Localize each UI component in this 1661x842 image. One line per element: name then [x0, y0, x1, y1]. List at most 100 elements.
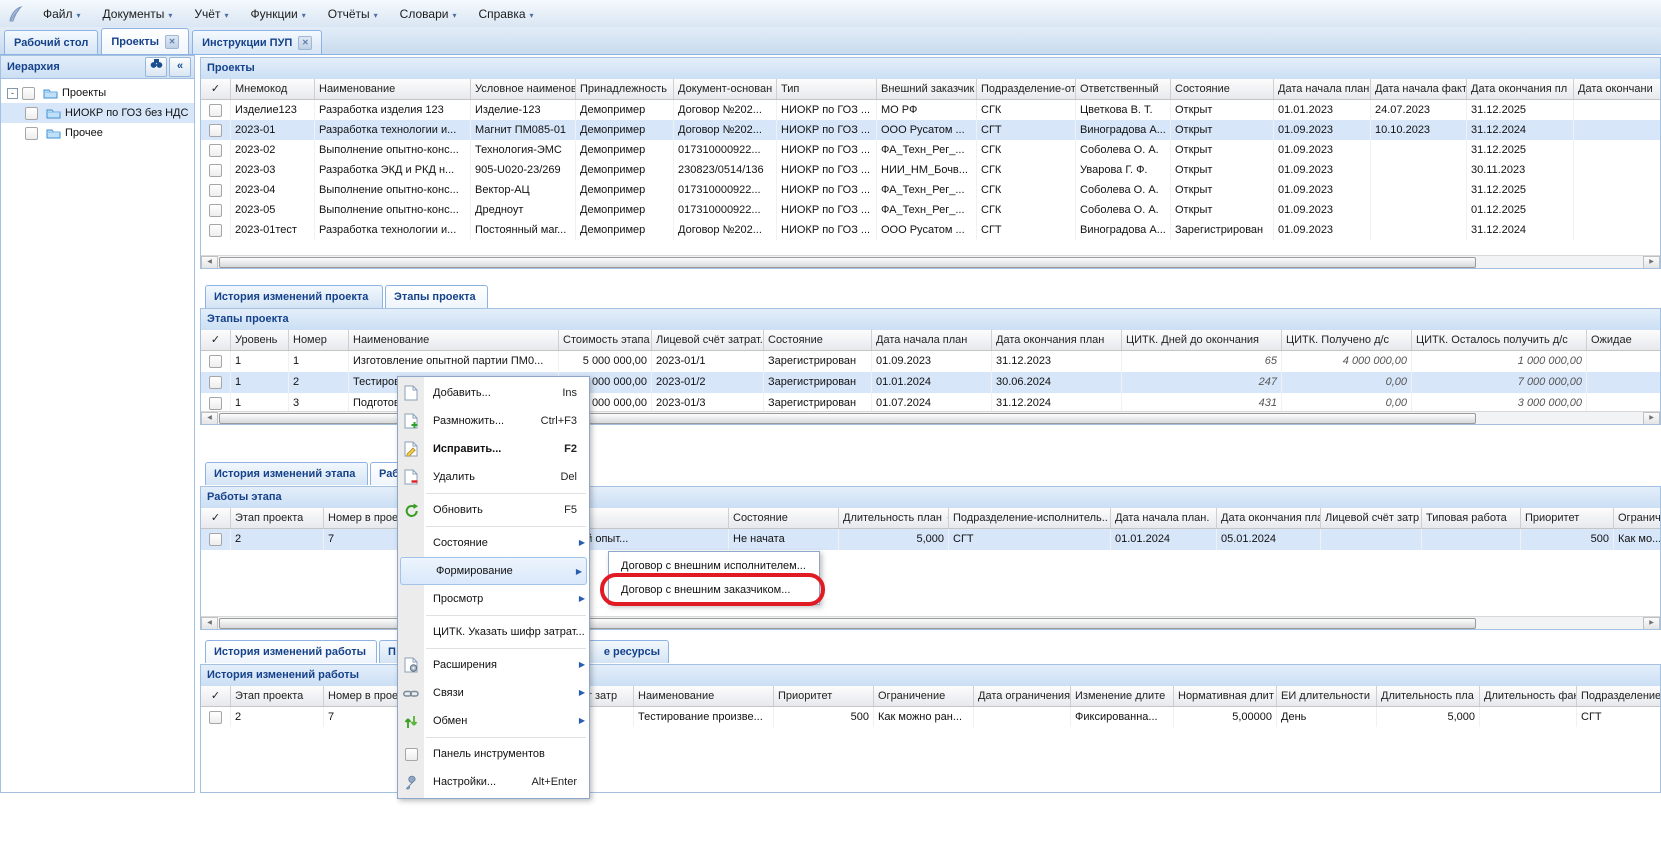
- table-cell[interactable]: 01.09.2023: [1274, 120, 1371, 140]
- column-header[interactable]: ✓: [201, 330, 231, 350]
- table-cell[interactable]: 0,00: [1282, 372, 1412, 393]
- table-row[interactable]: 2023-01Разработка технологии и...Магнит …: [201, 120, 1660, 140]
- table-cell[interactable]: НИОКР по ГОЗ ...: [777, 100, 877, 120]
- table-cell[interactable]: НИОКР по ГОЗ ...: [777, 160, 877, 180]
- context-menu-item[interactable]: Панель инструментов: [398, 740, 589, 768]
- column-header[interactable]: Дата ограничения: [974, 686, 1071, 706]
- row-checkbox[interactable]: [209, 533, 222, 546]
- table-cell[interactable]: 2023-05: [231, 200, 315, 220]
- table-cell[interactable]: 1: [231, 351, 289, 372]
- table-cell[interactable]: 30.11.2023: [1467, 160, 1574, 180]
- table-cell[interactable]: 01.09.2023: [1274, 180, 1371, 200]
- column-header[interactable]: ✓: [201, 686, 231, 706]
- context-menu-item[interactable]: ОбновитьF5: [398, 496, 589, 524]
- table-cell[interactable]: 5,000: [839, 529, 949, 550]
- table-cell[interactable]: ООО Русатом ...: [877, 220, 977, 240]
- collapse-left-icon[interactable]: «: [169, 57, 191, 77]
- table-cell[interactable]: [1371, 180, 1467, 200]
- table-cell[interactable]: 31.12.2024: [1467, 220, 1574, 240]
- column-header[interactable]: Принадлежность: [576, 79, 674, 99]
- table-cell[interactable]: НИОКР по ГОЗ ...: [777, 200, 877, 220]
- table-cell[interactable]: Демопример: [576, 180, 674, 200]
- table-cell[interactable]: Договор №202...: [674, 220, 777, 240]
- tree-node[interactable]: Прочее: [1, 123, 194, 143]
- column-header[interactable]: Подразделение-от: [977, 79, 1076, 99]
- table-cell[interactable]: 230823/0514/136: [674, 160, 777, 180]
- table-cell[interactable]: Постоянный маг...: [471, 220, 576, 240]
- context-menu-item[interactable]: Обмен▶: [398, 707, 589, 735]
- table-cell[interactable]: 01.09.2023: [1274, 160, 1371, 180]
- context-menu-item[interactable]: ЦИТК. Указать шифр затрат...: [398, 618, 589, 646]
- context-menu-item[interactable]: Состояние▶: [398, 529, 589, 557]
- table-cell[interactable]: 7 000 000,00: [1412, 372, 1587, 393]
- table-cell[interactable]: СГТ: [1577, 707, 1660, 727]
- column-header[interactable]: Изменение длите: [1071, 686, 1174, 706]
- column-header[interactable]: Дата начала план.: [1111, 508, 1217, 528]
- table-cell[interactable]: День: [1277, 707, 1377, 727]
- table-cell[interactable]: Открыт: [1171, 160, 1274, 180]
- table-cell[interactable]: СГТ: [949, 529, 1111, 550]
- table-cell[interactable]: [1371, 220, 1467, 240]
- table-cell[interactable]: 01.12.2025: [1467, 200, 1574, 220]
- table-cell[interactable]: Соболева О. А.: [1076, 180, 1171, 200]
- row-checkbox[interactable]: [209, 124, 222, 137]
- tree-node[interactable]: НИОКР по ГОЗ без НДС: [1, 103, 194, 123]
- column-header[interactable]: Мнемокод: [231, 79, 315, 99]
- table-cell[interactable]: ФА_Техн_Рег_...: [877, 180, 977, 200]
- table-cell[interactable]: Демопример: [576, 220, 674, 240]
- column-header[interactable]: Дата окончания пл: [1467, 79, 1574, 99]
- table-cell[interactable]: Зарегистрирован: [1171, 220, 1274, 240]
- column-header[interactable]: Дата начала план: [872, 330, 992, 350]
- table-cell[interactable]: 247: [1122, 372, 1282, 393]
- scroll-left-icon[interactable]: ◀: [201, 617, 218, 630]
- scrollbar-thumb[interactable]: [219, 257, 1476, 268]
- table-cell[interactable]: [1422, 529, 1521, 550]
- table-cell[interactable]: 2: [231, 707, 324, 727]
- table-cell[interactable]: [1480, 707, 1577, 727]
- table-cell[interactable]: 017310000922...: [674, 200, 777, 220]
- column-header[interactable]: Ограничение: [874, 686, 974, 706]
- table-cell[interactable]: 31.12.2023: [992, 351, 1122, 372]
- column-header[interactable]: Этап проекта: [231, 508, 324, 528]
- table-cell[interactable]: Открыт: [1171, 180, 1274, 200]
- table-cell[interactable]: Магнит ПМ085-01: [471, 120, 576, 140]
- projects-horizontal-scrollbar[interactable]: ◀ ▶: [201, 255, 1660, 268]
- context-menu-item[interactable]: Просмотр▶: [398, 585, 589, 613]
- table-cell[interactable]: Соболева О. А.: [1076, 140, 1171, 160]
- column-header[interactable]: Наименование: [349, 330, 559, 350]
- table-cell[interactable]: 5,00000: [1174, 707, 1277, 727]
- table-cell[interactable]: 31.12.2024: [1467, 120, 1574, 140]
- row-checkbox[interactable]: [209, 184, 222, 197]
- menubar-item[interactable]: Документы▾: [92, 3, 184, 25]
- table-cell[interactable]: 01.01.2023: [1274, 100, 1371, 120]
- context-menu-item[interactable]: Исправить...F2: [398, 435, 589, 463]
- tree-expander-icon[interactable]: -: [7, 88, 18, 99]
- table-cell[interactable]: [1587, 351, 1660, 372]
- table-cell[interactable]: 31.12.2025: [1467, 100, 1574, 120]
- row-checkbox[interactable]: [209, 397, 222, 410]
- table-cell[interactable]: НИИ_НМ_Бочв...: [877, 160, 977, 180]
- table-cell[interactable]: Технология-ЭМС: [471, 140, 576, 160]
- table-cell[interactable]: Демопример: [576, 160, 674, 180]
- table-cell[interactable]: СГТ: [977, 220, 1076, 240]
- table-cell[interactable]: Изготовление опытной партии ПМ0...: [349, 351, 559, 372]
- table-cell[interactable]: 500: [1521, 529, 1614, 550]
- table-cell[interactable]: 01.09.2023: [1274, 140, 1371, 160]
- table-cell[interactable]: Виноградова А...: [1076, 120, 1171, 140]
- table-cell[interactable]: Изделие-123: [471, 100, 576, 120]
- table-cell[interactable]: Зарегистрирован: [764, 351, 872, 372]
- submenu-item[interactable]: Договор с внешним заказчиком...: [609, 578, 819, 602]
- table-cell[interactable]: 905-U020-23/269: [471, 160, 576, 180]
- table-cell[interactable]: СГК: [977, 100, 1076, 120]
- row-checkbox[interactable]: [209, 711, 222, 724]
- table-cell[interactable]: 2: [289, 372, 349, 393]
- column-header[interactable]: ЦИТК. Осталось получить д/с: [1412, 330, 1587, 350]
- column-header[interactable]: Подразделение-исполнитель..: [949, 508, 1111, 528]
- scroll-left-icon[interactable]: ◀: [201, 256, 218, 269]
- column-header[interactable]: Типовая работа: [1422, 508, 1521, 528]
- table-cell[interactable]: 2: [231, 529, 324, 550]
- column-header[interactable]: Документ-основан: [674, 79, 777, 99]
- table-cell[interactable]: Открыт: [1171, 140, 1274, 160]
- project-detail-tab[interactable]: Этапы проекта: [385, 285, 488, 308]
- table-cell[interactable]: Демопример: [576, 120, 674, 140]
